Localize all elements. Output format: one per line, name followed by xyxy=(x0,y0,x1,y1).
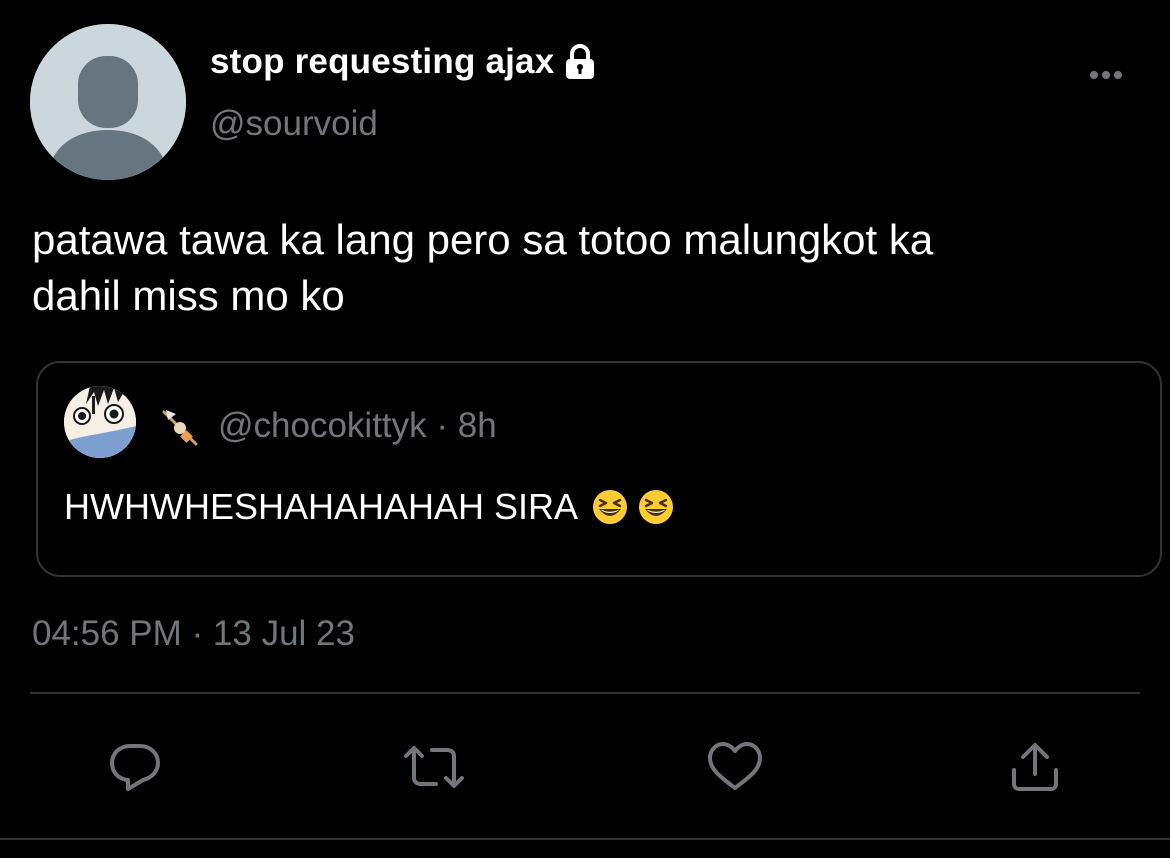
grinning-squinting-face-icon xyxy=(592,489,628,525)
default-profile-icon xyxy=(30,24,186,180)
share-button[interactable] xyxy=(1006,740,1064,794)
bottom-divider xyxy=(0,838,1170,840)
reply-icon xyxy=(110,744,160,791)
author-display-name[interactable]: stop requesting ajax xyxy=(210,42,554,82)
heart-icon xyxy=(708,742,762,790)
quoted-tweet-meta[interactable]: @chocokittyk · 8h xyxy=(218,406,497,446)
retweet-button[interactable] xyxy=(400,740,464,794)
tweet-timestamp[interactable]: 04:56 PM · 13 Jul 23 xyxy=(32,614,355,654)
more-options-button[interactable] xyxy=(1080,60,1132,90)
quoted-tweet-card[interactable] xyxy=(36,361,1162,577)
grinning-squinting-face-icon xyxy=(638,489,674,525)
divider xyxy=(30,692,1140,694)
like-button[interactable] xyxy=(706,740,764,794)
author-avatar[interactable] xyxy=(30,24,186,180)
share-icon xyxy=(1012,743,1058,791)
quoted-tweet-text: HWHWHESHAHAHAHAH SIRA xyxy=(64,486,579,527)
oden-skewer-icon xyxy=(160,408,200,448)
retweet-icon xyxy=(404,746,464,788)
anime-avatar-icon xyxy=(64,386,136,458)
reply-button[interactable] xyxy=(106,740,164,794)
author-name-row: stop requesting ajax xyxy=(210,42,598,82)
lock-icon xyxy=(562,43,598,81)
tweet-text: patawa tawa ka lang pero sa totoo malung… xyxy=(32,216,934,319)
more-icon xyxy=(1090,71,1122,79)
author-handle[interactable]: @sourvoid xyxy=(210,104,378,144)
quoted-author-avatar[interactable] xyxy=(64,386,136,458)
quoted-tweet-text-row: HWHWHESHAHAHAHAH SIRA xyxy=(64,486,674,528)
